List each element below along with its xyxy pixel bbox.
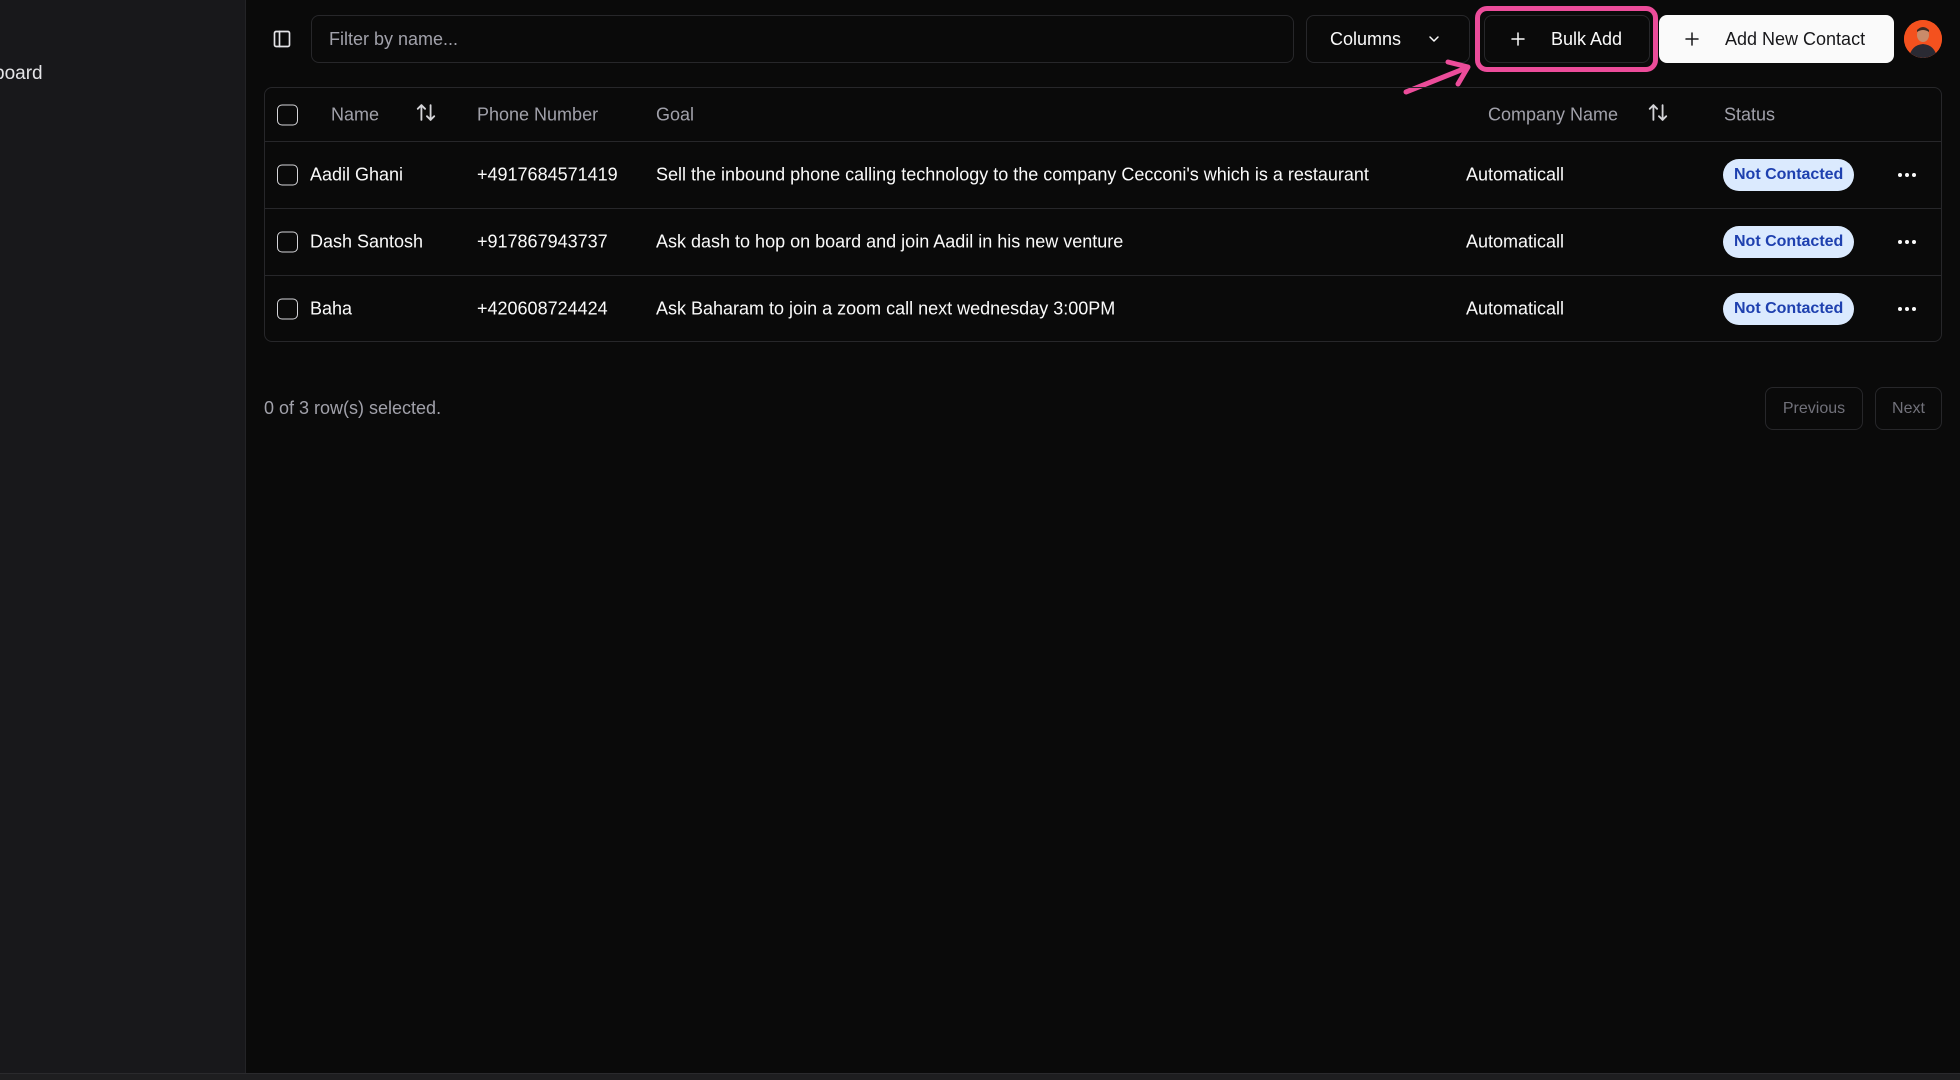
more-horizontal-icon <box>1898 240 1916 244</box>
row-checkbox[interactable] <box>277 298 298 320</box>
row-checkbox[interactable] <box>277 164 298 186</box>
cell-name: Dash Santosh <box>310 231 424 252</box>
cell-goal: Ask Baharam to join a zoom call next wed… <box>656 298 1116 319</box>
table-row: Dash Santosh +917867943737 Ask dash to h… <box>265 209 1941 276</box>
sidebar-item-dashboard[interactable]: board <box>0 63 43 85</box>
filter-by-name-input[interactable] <box>311 15 1294 63</box>
cell-goal: Ask dash to hop on board and join Aadil … <box>656 231 1124 252</box>
row-actions-button[interactable] <box>1895 230 1919 254</box>
header-phone: Phone Number <box>477 104 599 124</box>
row-checkbox[interactable] <box>277 231 298 253</box>
contacts-table: Name Phone Number Goal Company Name Stat… <box>264 87 1942 342</box>
cell-phone: +4917684571419 <box>477 164 618 185</box>
avatar-image <box>1904 20 1942 58</box>
cell-phone: +917867943737 <box>477 231 608 252</box>
previous-page-button[interactable]: Previous <box>1765 387 1863 430</box>
header-goal: Goal <box>656 104 695 124</box>
window-bottom-edge <box>0 1073 1960 1080</box>
selection-count: 0 of 3 row(s) selected. <box>264 398 442 418</box>
sidebar-toggle-button[interactable] <box>270 27 294 51</box>
header-company: Company Name <box>1488 104 1619 124</box>
header-name: Name <box>331 104 380 124</box>
select-all-checkbox[interactable] <box>277 104 298 125</box>
cell-name: Baha <box>310 298 353 319</box>
panel-left-icon <box>273 30 291 48</box>
user-avatar[interactable] <box>1904 20 1942 58</box>
next-page-button[interactable]: Next <box>1875 387 1942 430</box>
bulk-add-label: Bulk Add <box>1551 28 1623 49</box>
cell-phone: +420608724424 <box>477 298 608 319</box>
table-header-row: Name Phone Number Goal Company Name Stat… <box>265 88 1941 142</box>
cell-goal: Sell the inbound phone calling technolog… <box>656 164 1369 185</box>
cell-company: Automaticall <box>1466 231 1565 252</box>
header-status: Status <box>1724 104 1776 124</box>
add-new-contact-label: Add New Contact <box>1725 28 1866 49</box>
plus-icon <box>1511 32 1525 46</box>
sort-name-button[interactable] <box>415 101 437 128</box>
bulk-add-button[interactable]: Bulk Add <box>1484 15 1650 63</box>
columns-label: Columns <box>1330 28 1402 49</box>
cell-company: Automaticall <box>1466 164 1565 185</box>
plus-icon <box>1685 32 1699 46</box>
status-badge: Not Contacted <box>1723 159 1855 191</box>
arrow-up-down-icon <box>1648 103 1668 121</box>
more-horizontal-icon <box>1898 173 1916 177</box>
row-actions-button[interactable] <box>1895 163 1919 187</box>
arrow-up-down-icon <box>416 103 436 121</box>
sidebar: ll board <box>0 0 246 1080</box>
status-badge: Not Contacted <box>1723 293 1855 325</box>
status-badge: Not Contacted <box>1723 226 1855 258</box>
chevron-down-icon <box>1429 36 1439 42</box>
cell-company: Automaticall <box>1466 298 1565 319</box>
cell-name: Aadil Ghani <box>310 164 404 185</box>
more-horizontal-icon <box>1898 307 1916 311</box>
sort-company-button[interactable] <box>1647 101 1669 128</box>
add-new-contact-button[interactable]: Add New Contact <box>1659 15 1894 63</box>
table-row: Baha +420608724424 Ask Baharam to join a… <box>265 276 1941 342</box>
table-row: Aadil Ghani +4917684571419 Sell the inbo… <box>265 142 1941 209</box>
columns-dropdown-button[interactable]: Columns <box>1306 15 1470 63</box>
row-actions-button[interactable] <box>1895 297 1919 321</box>
